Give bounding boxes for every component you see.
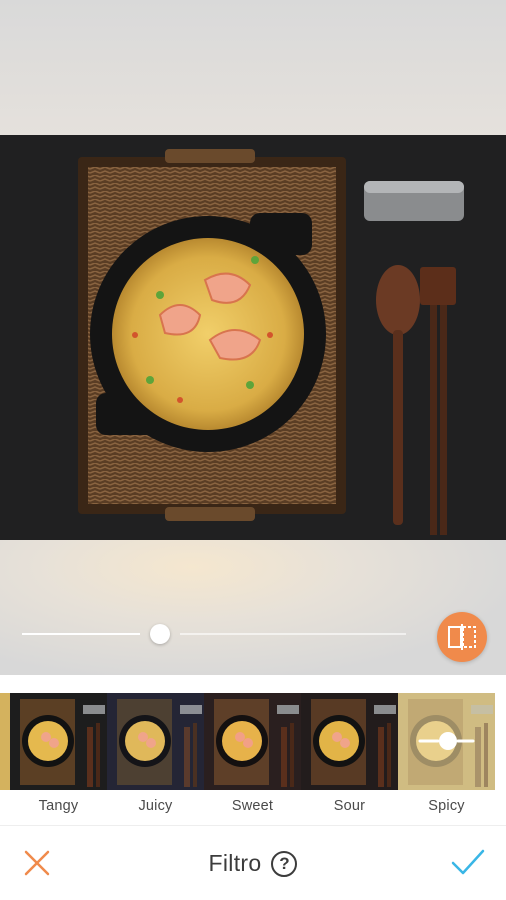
filter-item-tangy[interactable]: Tangy (10, 693, 107, 825)
canvas-background-top (0, 0, 506, 135)
bottom-toolbar: Filtro ? (0, 825, 506, 900)
filter-thumbnail[interactable] (107, 693, 204, 790)
confirm-button[interactable] (450, 846, 486, 878)
filter-strip-edge (0, 693, 10, 790)
slider-track-empty[interactable] (180, 633, 406, 635)
filter-thumbnail[interactable] (301, 693, 398, 790)
filter-label: Juicy (138, 798, 173, 814)
filter-item-sour[interactable]: Sour (301, 693, 398, 825)
filter-item-spicy[interactable]: Spicy (398, 693, 495, 825)
slider-track-filled[interactable] (22, 633, 140, 635)
filter-thumbnail[interactable] (204, 693, 301, 790)
photo-preview[interactable] (0, 135, 506, 540)
filter-label: Spicy (428, 798, 465, 814)
slider-thumb[interactable] (150, 624, 170, 644)
split-compare-icon (448, 624, 476, 650)
filter-thumbnail[interactable] (10, 693, 107, 790)
canvas-background-bottom (0, 540, 506, 675)
food-photo (0, 135, 506, 540)
filter-item-sweet[interactable]: Sweet (204, 693, 301, 825)
checkmark-icon (451, 849, 485, 875)
filter-item-juicy[interactable]: Juicy (107, 693, 204, 825)
compare-button[interactable] (437, 612, 487, 662)
page-title: Filtro (208, 850, 262, 876)
filter-label: Sour (333, 798, 366, 814)
adjust-slider-icon (418, 732, 475, 750)
toolbar-title-group: Filtro ? (0, 826, 506, 900)
filter-label: Sweet (231, 798, 274, 814)
filter-label: Tangy (38, 798, 79, 814)
help-icon[interactable]: ? (271, 850, 298, 877)
filter-thumbnail-selected[interactable] (398, 693, 495, 790)
